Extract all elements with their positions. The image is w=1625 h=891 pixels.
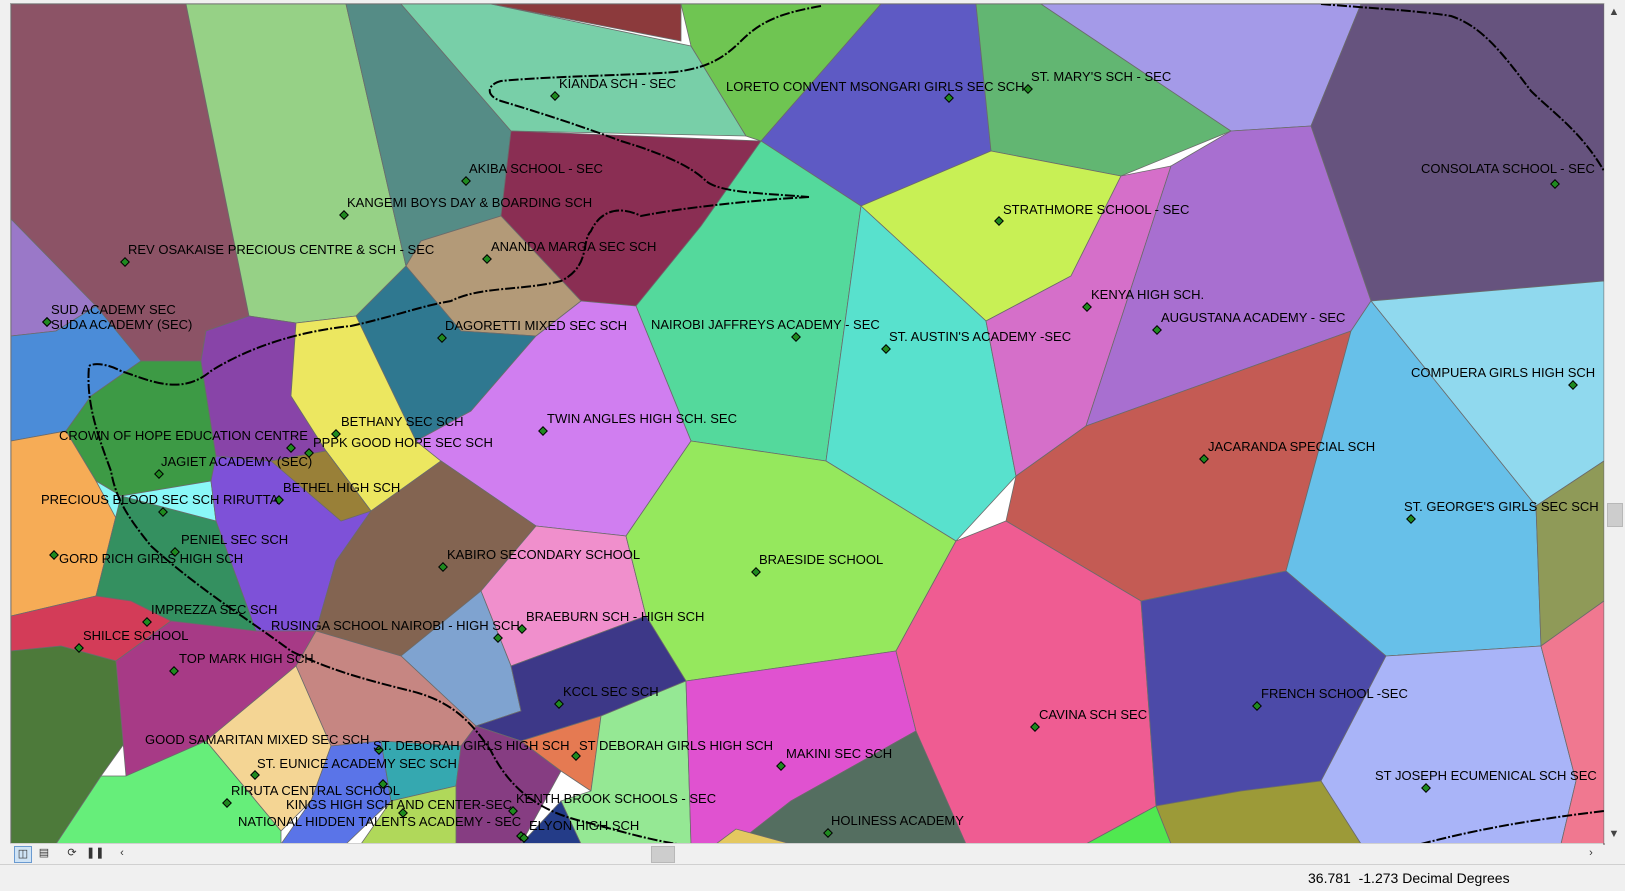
- coordinate-units: Decimal Degrees: [1402, 870, 1510, 886]
- voronoi-polygons: [11, 4, 1604, 844]
- school-feature[interactable]: SUDA ACADEMY (SEC): [42, 317, 193, 332]
- school-label: JAGIET ACADEMY (SEC): [161, 454, 312, 469]
- school-label: SUD ACADEMY SEC: [51, 302, 176, 317]
- school-label: NATIONAL HIDDEN TALENTS ACADEMY - SEC: [238, 814, 521, 829]
- school-label: SHILCE SCHOOL: [83, 628, 188, 643]
- school-label: MAKINI SEC SCH: [786, 746, 892, 761]
- school-label: NAIROBI JAFFREYS ACADEMY - SEC: [651, 317, 880, 332]
- data-view-icon[interactable]: ◫: [14, 846, 32, 863]
- coordinate-readout: 36.781 -1.273 Decimal Degrees: [1308, 870, 1510, 886]
- school-label: GOOD SAMARITAN MIXED SEC SCH: [145, 732, 369, 747]
- school-label: ST JOSEPH ECUMENICAL SCH SEC: [1375, 768, 1597, 783]
- school-feature[interactable]: GORD RICH GIRLS HIGH SCH: [49, 550, 243, 566]
- school-label: DAGORETTI MIXED SEC SCH: [445, 318, 627, 333]
- school-label: KIANDA SCH - SEC: [559, 76, 676, 91]
- school-label: IMPREZZA SEC SCH: [151, 602, 277, 617]
- school-label: CAVINA SCH SEC: [1039, 707, 1147, 722]
- school-label: LORETO CONVENT MSONGARI GIRLS SEC SCH: [726, 79, 1025, 94]
- school-label: CROWN OF HOPE EDUCATION CENTRE: [59, 428, 308, 443]
- map-canvas[interactable]: KIANDA SCH - SEC LORETO CONVENT MSONGARI …: [11, 4, 1604, 844]
- coordinate-y: -1.273: [1358, 870, 1399, 886]
- school-label: KANGEMI BOYS DAY & BOARDING SCH: [347, 195, 592, 210]
- school-label: BRAESIDE SCHOOL: [759, 552, 883, 567]
- map-view[interactable]: KIANDA SCH - SEC LORETO CONVENT MSONGARI …: [10, 3, 1605, 845]
- school-label: KENTH BROOK SCHOOLS - SEC: [516, 791, 716, 806]
- school-label: KABIRO SECONDARY SCHOOL: [447, 547, 640, 562]
- school-label: BRAEBURN SCH - HIGH SCH: [526, 609, 704, 624]
- school-label: RIRUTA CENTRAL SCHOOL: [231, 783, 400, 798]
- school-label: KCCL SEC SCH: [563, 684, 659, 699]
- map-view-toolbar: ◫ ▤ ⟳ ❚❚ ‹ ›: [10, 843, 1603, 864]
- school-label: RUSINGA SCHOOL NAIROBI - HIGH SCH: [271, 618, 520, 633]
- school-label: REV OSAKAISE PRECIOUS CENTRE & SCH - SEC: [128, 242, 434, 257]
- chevron-down-icon[interactable]: ▼: [1605, 825, 1623, 843]
- school-label: GORD RICH GIRLS HIGH SCH: [59, 551, 243, 566]
- school-label: TOP MARK HIGH SCH: [179, 651, 314, 666]
- school-label: STRATHMORE SCHOOL - SEC: [1003, 202, 1189, 217]
- refresh-icon[interactable]: ⟳: [64, 846, 80, 861]
- school-label: COMPUERA GIRLS HIGH SCH: [1411, 365, 1595, 380]
- school-label: HOLINESS ACADEMY: [831, 813, 964, 828]
- school-label: PENIEL SEC SCH: [181, 532, 288, 547]
- school-label: KENYA HIGH SCH.: [1091, 287, 1204, 302]
- chevron-up-icon[interactable]: ▲: [1605, 3, 1623, 21]
- school-label: ELYON HIGH SCH: [529, 818, 639, 833]
- chevron-left-icon[interactable]: ‹: [114, 846, 130, 861]
- vertical-scrollbar[interactable]: ▲ ▼: [1604, 3, 1623, 843]
- school-label: BETHEL HIGH SCH: [283, 480, 400, 495]
- scrollbar-thumb[interactable]: [1607, 503, 1623, 527]
- school-label: ST. DEBORAH GIRLS HIGH SCH: [373, 738, 569, 753]
- school-label: ANANDA MARGA SEC SCH: [491, 239, 656, 254]
- school-label: PPPK GOOD HOPE SEC SCH: [313, 435, 493, 450]
- school-label: BETHANY SEC SCH: [341, 414, 464, 429]
- school-label: ST. EUNICE ACADEMY SEC SCH: [257, 756, 457, 771]
- school-label: ST. GEORGE'S GIRLS SEC SCH: [1404, 499, 1599, 514]
- school-label: PRECIOUS BLOOD SEC SCH RIRUTTA: [41, 492, 279, 507]
- status-bar: 36.781 -1.273 Decimal Degrees: [0, 864, 1625, 891]
- school-label: TWIN ANGLES HIGH SCH. SEC: [547, 411, 737, 426]
- school-label: FRENCH SCHOOL -SEC: [1261, 686, 1408, 701]
- school-label: KINGS HIGH SCH AND CENTER-SEC: [286, 797, 512, 812]
- school-feature[interactable]: ST. DEBORAH GIRLS HIGH SCH: [373, 738, 569, 755]
- school-label: ST DEBORAH GIRLS HIGH SCH: [579, 738, 773, 753]
- school-label: ST. AUSTIN'S ACADEMY -SEC: [889, 329, 1071, 344]
- school-label: SUDA ACADEMY (SEC): [51, 317, 192, 332]
- school-label: AKIBA SCHOOL - SEC: [469, 161, 603, 176]
- chevron-right-icon[interactable]: ›: [1583, 846, 1599, 861]
- school-label: CONSOLATA SCHOOL - SEC: [1421, 161, 1595, 176]
- window-left-edge: [0, 0, 9, 864]
- pause-drawing-icon[interactable]: ❚❚: [86, 846, 104, 861]
- school-label: AUGUSTANA ACADEMY - SEC: [1161, 310, 1345, 325]
- horizontal-scrollbar-thumb[interactable]: [651, 846, 675, 863]
- layout-view-icon[interactable]: ▤: [36, 846, 52, 861]
- school-label: JACARANDA SPECIAL SCH: [1208, 439, 1375, 454]
- coordinate-x: 36.781: [1308, 870, 1351, 886]
- school-label: ST. MARY'S SCH - SEC: [1031, 69, 1171, 84]
